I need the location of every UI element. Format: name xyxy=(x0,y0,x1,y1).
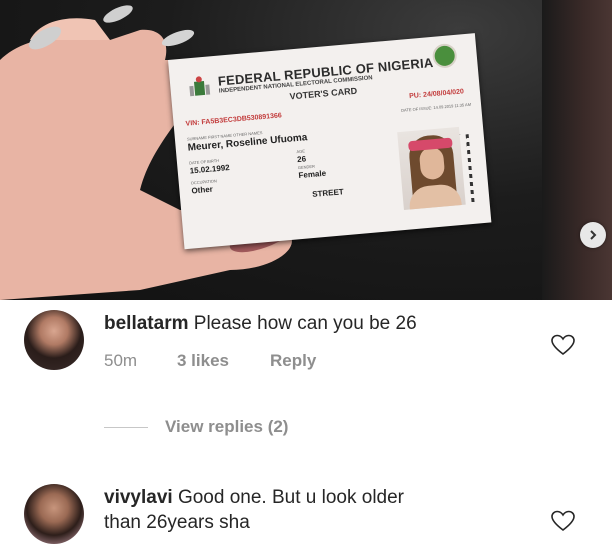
card-issue-date: DATE OF ISSUE: 14.09.2019 11:35 AM xyxy=(400,101,472,113)
next-image-button[interactable] xyxy=(580,222,606,248)
card-age: 26 xyxy=(296,154,307,165)
avatar[interactable] xyxy=(24,310,84,370)
comment-time: 50m xyxy=(104,351,138,370)
heart-outline-icon[interactable] xyxy=(551,334,575,356)
voter-card: FEDERAL REPUBLIC OF NIGERIA INDEPENDENT … xyxy=(168,33,492,250)
coat-of-arms-icon xyxy=(189,76,211,97)
inec-seal-icon xyxy=(431,42,458,69)
likes-count[interactable]: 3 likes xyxy=(177,351,229,371)
post-image[interactable]: FEDERAL REPUBLIC OF NIGERIA INDEPENDENT … xyxy=(0,0,612,300)
comment-text-line2: than 26years sha xyxy=(104,512,250,533)
comment-body: bellatarm Please how can you be 26 xyxy=(104,311,417,336)
card-gender: Female xyxy=(298,168,327,181)
username-link[interactable]: vivylavi xyxy=(104,487,173,508)
card-security-strip xyxy=(465,134,475,205)
reply-button[interactable]: Reply xyxy=(270,351,316,371)
chevron-right-icon xyxy=(590,230,597,240)
card-age-label: AGE xyxy=(296,148,306,155)
card-pu: PU: 24/08/04/020 xyxy=(408,88,465,101)
view-replies-line xyxy=(104,427,148,428)
comment-text: Good one. But u look older xyxy=(177,487,404,508)
card-portrait xyxy=(397,126,466,211)
view-replies-button[interactable]: View replies (2) xyxy=(165,417,288,437)
avatar[interactable] xyxy=(24,484,84,544)
comment-body: vivylavi Good one. But u look older than… xyxy=(104,485,404,535)
heart-outline-icon[interactable] xyxy=(551,510,575,532)
comment-text: Please how can you be 26 xyxy=(193,313,417,334)
card-vin: VIN: FA5B3EC3DB530891366 xyxy=(185,112,283,128)
username-link[interactable]: bellatarm xyxy=(104,313,188,334)
card-type: VOTER'S CARD xyxy=(289,85,358,102)
card-address: STREET xyxy=(311,187,345,199)
card-occupation: Other xyxy=(191,184,214,196)
